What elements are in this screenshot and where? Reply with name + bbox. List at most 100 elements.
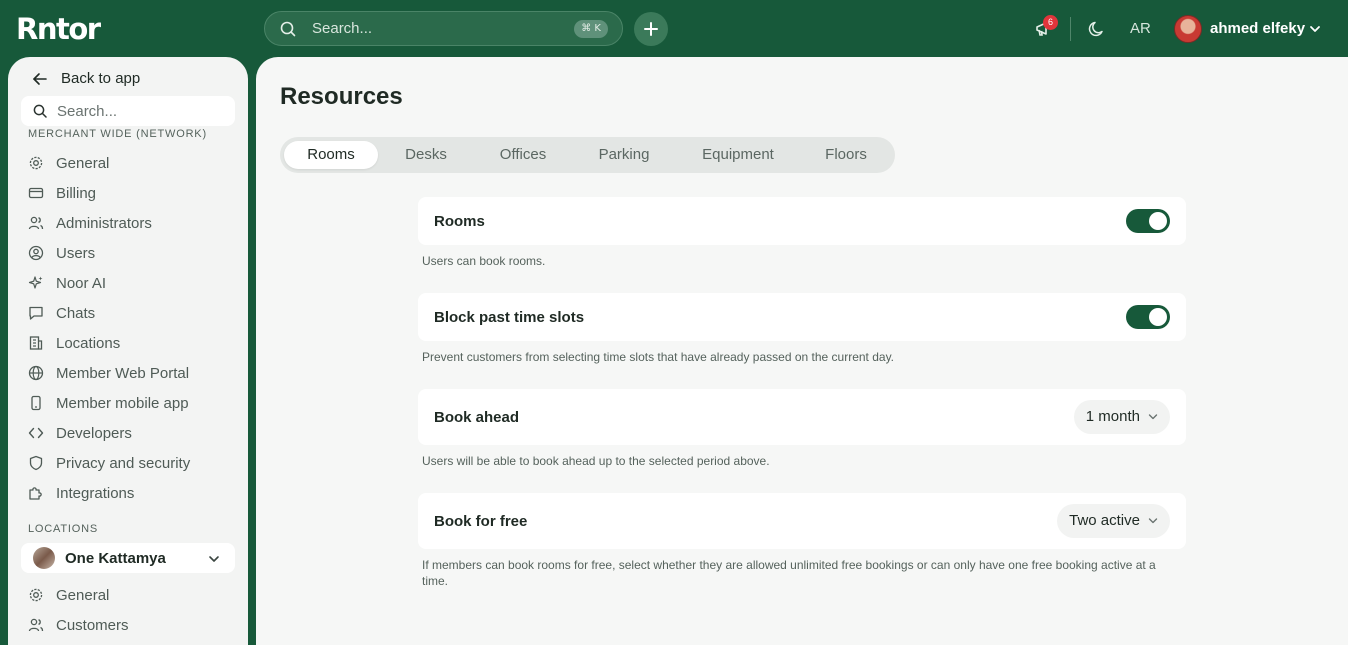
sidebar-item-label: Customers xyxy=(56,616,129,634)
location-avatar xyxy=(33,547,55,569)
book-free-value: Two active xyxy=(1069,512,1140,529)
gear-icon xyxy=(28,155,44,171)
block-past-setting-card: Block past time slots xyxy=(418,293,1186,341)
sidebar-item-location-general[interactable]: General xyxy=(28,584,109,606)
main-content: Resources Rooms Desks Offices Parking Eq… xyxy=(256,57,1348,645)
sidebar-item-label: Privacy and security xyxy=(56,454,191,472)
toggle-knob xyxy=(1149,308,1167,326)
sidebar-item-member-web-portal[interactable]: Member Web Portal xyxy=(28,362,189,384)
book-free-helper-text: If members can book rooms for free, sele… xyxy=(422,558,1156,588)
tab-equipment[interactable]: Equipment xyxy=(690,141,786,169)
toggle-knob xyxy=(1149,212,1167,230)
logo[interactable]: Rntor xyxy=(16,13,101,45)
users-icon xyxy=(28,215,44,231)
sidebar-item-label: Member mobile app xyxy=(56,394,189,412)
sidebar-search-placeholder: Search... xyxy=(57,102,118,120)
tab-rooms[interactable]: Rooms xyxy=(284,141,378,169)
block-past-toggle[interactable] xyxy=(1126,305,1170,329)
book-free-setting-card: Book for free Two active xyxy=(418,493,1186,549)
shortcut-badge: ⌘ K xyxy=(574,20,608,38)
puzzle-icon xyxy=(28,485,44,501)
book-free-select[interactable]: Two active xyxy=(1057,504,1170,538)
sparkle-icon xyxy=(28,275,44,291)
sidebar-item-label: Member Web Portal xyxy=(56,364,190,382)
rooms-helper-text: Users can book rooms. xyxy=(422,254,546,268)
location-select-value: One Kattamya xyxy=(65,549,166,567)
rooms-toggle[interactable] xyxy=(1126,209,1170,233)
sidebar-item-administrators[interactable]: Administrators xyxy=(28,212,152,234)
book-ahead-value: 1 month xyxy=(1085,408,1140,425)
chevron-down-icon xyxy=(1148,414,1158,420)
book-free-setting-label: Book for free xyxy=(434,513,528,530)
add-button[interactable] xyxy=(634,12,668,46)
global-search-input[interactable]: Search... ⌘ K xyxy=(264,11,623,46)
sidebar-item-privacy-security[interactable]: Privacy and security xyxy=(28,452,190,474)
sidebar-item-users[interactable]: Users xyxy=(28,242,95,264)
sidebar-item-label: General xyxy=(56,586,110,604)
sidebar-item-label: Integrations xyxy=(56,484,135,502)
rooms-setting-card: Rooms xyxy=(418,197,1186,245)
plus-icon xyxy=(644,22,658,36)
tab-parking[interactable]: Parking xyxy=(586,141,662,169)
user-avatar[interactable] xyxy=(1174,15,1202,43)
tab-floors[interactable]: Floors xyxy=(814,141,878,169)
tab-offices[interactable]: Offices xyxy=(484,141,562,169)
users-icon xyxy=(28,617,44,633)
sidebar-item-label: Users xyxy=(56,244,96,262)
location-select[interactable]: One Kattamya xyxy=(21,543,235,573)
search-icon xyxy=(280,21,296,36)
building-icon xyxy=(28,335,44,351)
back-label: Back to app xyxy=(61,70,141,87)
moon-icon[interactable] xyxy=(1088,20,1106,38)
sidebar-item-label: General xyxy=(56,154,110,172)
phone-icon xyxy=(28,395,44,411)
top-bar: Rntor Search... ⌘ K 6 AR ahmed elfeky xyxy=(0,0,1348,57)
shield-icon xyxy=(28,455,44,471)
sidebar-item-label: Chats xyxy=(56,304,96,322)
tab-desks[interactable]: Desks xyxy=(390,141,462,169)
page-title: Resources xyxy=(280,83,403,110)
sidebar-item-integrations[interactable]: Integrations xyxy=(28,482,134,504)
sidebar-item-billing[interactable]: Billing xyxy=(28,182,96,204)
user-name[interactable]: ahmed elfeky xyxy=(1210,20,1305,37)
back-to-app-link[interactable]: Back to app xyxy=(32,70,140,87)
resource-tabs: Rooms Desks Offices Parking Equipment Fl… xyxy=(280,137,895,173)
block-past-helper-text: Prevent customers from selecting time sl… xyxy=(422,350,895,364)
sidebar-item-label: Developers xyxy=(56,424,132,442)
book-ahead-helper-text: Users will be able to book ahead up to t… xyxy=(422,454,770,468)
language-switch[interactable]: AR xyxy=(1130,20,1151,37)
chevron-down-icon[interactable] xyxy=(1308,22,1322,36)
topbar-divider xyxy=(1070,17,1071,41)
settings-sidebar: Back to app Search... MERCHANT WIDE (NET… xyxy=(8,57,248,645)
book-ahead-setting-card: Book ahead 1 month xyxy=(418,389,1186,445)
arrow-left-icon xyxy=(33,72,47,85)
sidebar-item-customers[interactable]: Customers xyxy=(28,614,129,636)
sidebar-item-label: Noor AI xyxy=(56,274,107,292)
sidebar-item-locations[interactable]: Locations xyxy=(28,332,120,354)
block-past-setting-label: Block past time slots xyxy=(434,309,585,326)
chat-icon xyxy=(28,305,44,321)
sidebar-item-label: Billing xyxy=(56,184,97,202)
sidebar-item-noor-ai[interactable]: Noor AI xyxy=(28,272,106,294)
chevron-down-icon xyxy=(1148,518,1158,524)
network-section-label: MERCHANT WIDE (NETWORK) xyxy=(28,128,207,140)
notification-badge: 6 xyxy=(1043,15,1058,30)
sidebar-item-member-mobile-app[interactable]: Member mobile app xyxy=(28,392,189,414)
locations-section-label: LOCATIONS xyxy=(28,523,98,535)
sidebar-search-input[interactable]: Search... xyxy=(21,96,235,126)
rooms-setting-label: Rooms xyxy=(434,213,485,230)
chevron-down-icon xyxy=(209,556,219,562)
card-icon xyxy=(28,185,44,201)
sidebar-item-label: Administrators xyxy=(56,214,152,232)
book-ahead-select[interactable]: 1 month xyxy=(1073,400,1170,434)
book-ahead-setting-label: Book ahead xyxy=(434,409,520,426)
sidebar-item-chats[interactable]: Chats xyxy=(28,302,95,324)
globe-icon xyxy=(28,365,44,381)
code-icon xyxy=(28,425,44,441)
sidebar-item-developers[interactable]: Developers xyxy=(28,422,132,444)
search-icon xyxy=(33,104,47,118)
gear-icon xyxy=(28,587,44,603)
sidebar-item-general[interactable]: General xyxy=(28,152,109,174)
global-search-placeholder: Search... xyxy=(312,20,373,37)
sidebar-item-label: Locations xyxy=(56,334,121,352)
